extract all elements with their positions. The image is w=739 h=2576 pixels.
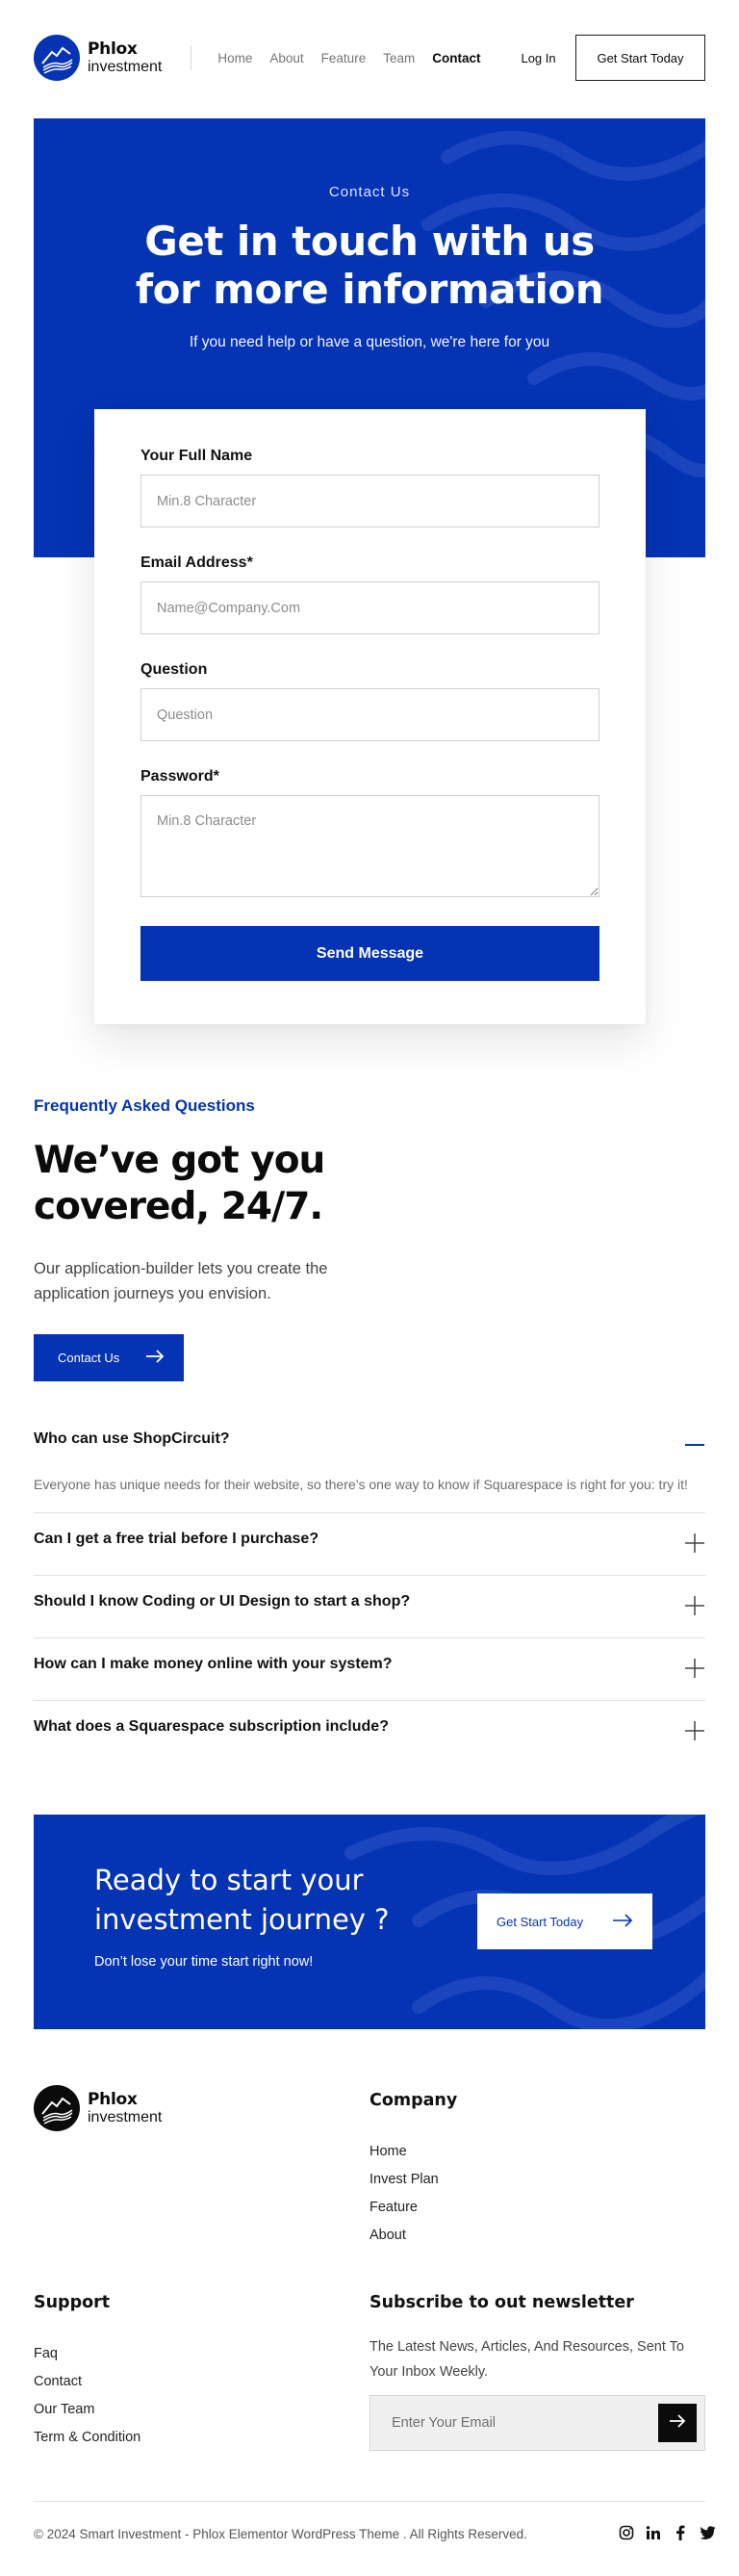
- faq-question[interactable]: Can I get a free trial before I purchase…: [34, 1513, 705, 1548]
- faq-contact-button[interactable]: Contact Us: [34, 1334, 184, 1381]
- newsletter-description: The Latest News, Articles, And Resources…: [370, 2339, 684, 2380]
- cta-subtitle: Don’t lose your time start right now!: [94, 1954, 314, 1970]
- cta-start-button-label: Get Start Today: [497, 1914, 584, 1929]
- plus-icon[interactable]: [684, 1720, 705, 1741]
- brand-name: Phlox: [88, 39, 138, 59]
- send-message-button[interactable]: Send Message: [140, 926, 599, 981]
- logo-icon: [34, 35, 80, 81]
- hero-eyebrow: Contact Us: [328, 184, 411, 200]
- hero-lead: If you need help or have a question, we'…: [189, 334, 550, 350]
- main-nav: Home About Feature Team Contact: [217, 51, 480, 65]
- faq-eyebrow: Frequently Asked Questions: [34, 1096, 255, 1115]
- brand-name: Phlox: [88, 2089, 138, 2109]
- full-name-input[interactable]: [140, 475, 599, 528]
- newsletter-title: Subscribe to out newsletter: [370, 2293, 634, 2312]
- copyright-text: © 2024 Smart Investment - Phlox Elemento…: [34, 2527, 527, 2541]
- faq-item[interactable]: What does a Squarespace subscription inc…: [34, 1701, 705, 1764]
- plus-icon[interactable]: [684, 1533, 705, 1554]
- faq-lead: Our application-builder lets you create …: [34, 1260, 328, 1302]
- password-label: Password*: [140, 768, 219, 785]
- footer-support-links: Faq Contact Our Team Term & Condition: [34, 2346, 140, 2458]
- newsletter-email-input[interactable]: [370, 2396, 658, 2450]
- nav-item-home[interactable]: Home: [217, 51, 252, 65]
- cta-title-line2: investment journey ?: [94, 1903, 390, 1936]
- facebook-icon[interactable]: [672, 2524, 689, 2541]
- faq-title-line2: covered, 24/7.: [34, 1185, 323, 1228]
- plus-icon[interactable]: [684, 1595, 705, 1616]
- newsletter-submit-button[interactable]: [658, 2404, 697, 2442]
- twitter-icon[interactable]: [699, 2524, 716, 2541]
- nav-item-team[interactable]: Team: [383, 51, 415, 65]
- brand-logo[interactable]: Phlox investment: [34, 35, 162, 81]
- cta-title: Ready to start your investment journey ?: [94, 1861, 390, 1940]
- brand-tagline: investment: [88, 2108, 163, 2125]
- faq-title: We’ve got you covered, 24/7.: [34, 1138, 325, 1230]
- nav-item-about[interactable]: About: [269, 51, 303, 65]
- nav-item-feature[interactable]: Feature: [321, 51, 367, 65]
- hero-title-line1: Get in touch with us: [144, 218, 595, 265]
- site-header: Phlox investment Home About Feature Team…: [34, 29, 705, 87]
- footer-link-faq[interactable]: Faq: [34, 2346, 140, 2374]
- brand-tagline: investment: [88, 58, 163, 75]
- login-link[interactable]: Log In: [521, 51, 555, 65]
- faq-question[interactable]: How can I make money online with your sy…: [34, 1638, 705, 1673]
- cta-title-line1: Ready to start your: [94, 1864, 364, 1896]
- footer-company-links: Home Invest Plan Feature About: [370, 2144, 439, 2255]
- footer-link-feature[interactable]: Feature: [370, 2200, 439, 2228]
- footer-link-contact[interactable]: Contact: [34, 2374, 140, 2402]
- faq-answer: Everyone has unique needs for their webs…: [34, 1477, 688, 1492]
- linkedin-icon[interactable]: [645, 2524, 662, 2541]
- plus-icon[interactable]: [684, 1658, 705, 1679]
- footer-link-home[interactable]: Home: [370, 2144, 439, 2172]
- contact-form: Your Full Name Email Address* Question P…: [94, 409, 646, 1024]
- faq-accordion: Who can use ShopCircuit? Everyone has un…: [34, 1413, 705, 1764]
- cta-start-button[interactable]: Get Start Today: [477, 1893, 652, 1949]
- minus-icon[interactable]: [684, 1434, 705, 1455]
- faq-question[interactable]: Should I know Coding or UI Design to sta…: [34, 1576, 705, 1610]
- arrow-right-icon: [669, 2413, 686, 2433]
- logo-icon: [34, 2085, 80, 2131]
- faq-question[interactable]: What does a Squarespace subscription inc…: [34, 1701, 705, 1736]
- cta-banner: Ready to start your investment journey ?…: [34, 1815, 705, 2029]
- hero-title-line2: for more information: [135, 266, 604, 313]
- social-links: [618, 2524, 716, 2541]
- password-textarea[interactable]: [140, 795, 599, 897]
- question-input[interactable]: [140, 688, 599, 741]
- faq-item[interactable]: Who can use ShopCircuit? Everyone has un…: [34, 1413, 705, 1513]
- newsletter-form: [370, 2395, 705, 2451]
- footer-link-terms[interactable]: Term & Condition: [34, 2430, 140, 2458]
- faq-item[interactable]: Can I get a free trial before I purchase…: [34, 1513, 705, 1576]
- email-label: Email Address*: [140, 554, 253, 571]
- arrow-right-icon: [612, 1913, 633, 1930]
- hero-title: Get in touch with us for more informatio…: [34, 218, 705, 314]
- footer-support-title: Support: [34, 2293, 111, 2312]
- header-cta-button[interactable]: Get Start Today: [575, 35, 705, 81]
- footer-divider: [34, 2501, 705, 2502]
- email-input[interactable]: [140, 581, 599, 634]
- footer-link-about[interactable]: About: [370, 2228, 439, 2255]
- page: Phlox investment Home About Feature Team…: [0, 0, 739, 2576]
- footer-company-title: Company: [370, 2091, 458, 2110]
- name-label: Your Full Name: [140, 448, 253, 464]
- faq-item[interactable]: How can I make money online with your sy…: [34, 1638, 705, 1701]
- faq-title-line1: We’ve got you: [34, 1139, 325, 1182]
- question-label: Question: [140, 661, 208, 678]
- faq-contact-button-label: Contact Us: [58, 1351, 120, 1365]
- footer-link-our-team[interactable]: Our Team: [34, 2402, 140, 2430]
- faq-question[interactable]: Who can use ShopCircuit?: [34, 1413, 705, 1448]
- arrow-right-icon: [145, 1350, 165, 1366]
- footer-brand-logo[interactable]: Phlox investment: [34, 2085, 162, 2131]
- footer-link-invest-plan[interactable]: Invest Plan: [370, 2172, 439, 2200]
- instagram-icon[interactable]: [618, 2524, 635, 2541]
- faq-item[interactable]: Should I know Coding or UI Design to sta…: [34, 1576, 705, 1638]
- nav-item-contact[interactable]: Contact: [432, 51, 480, 65]
